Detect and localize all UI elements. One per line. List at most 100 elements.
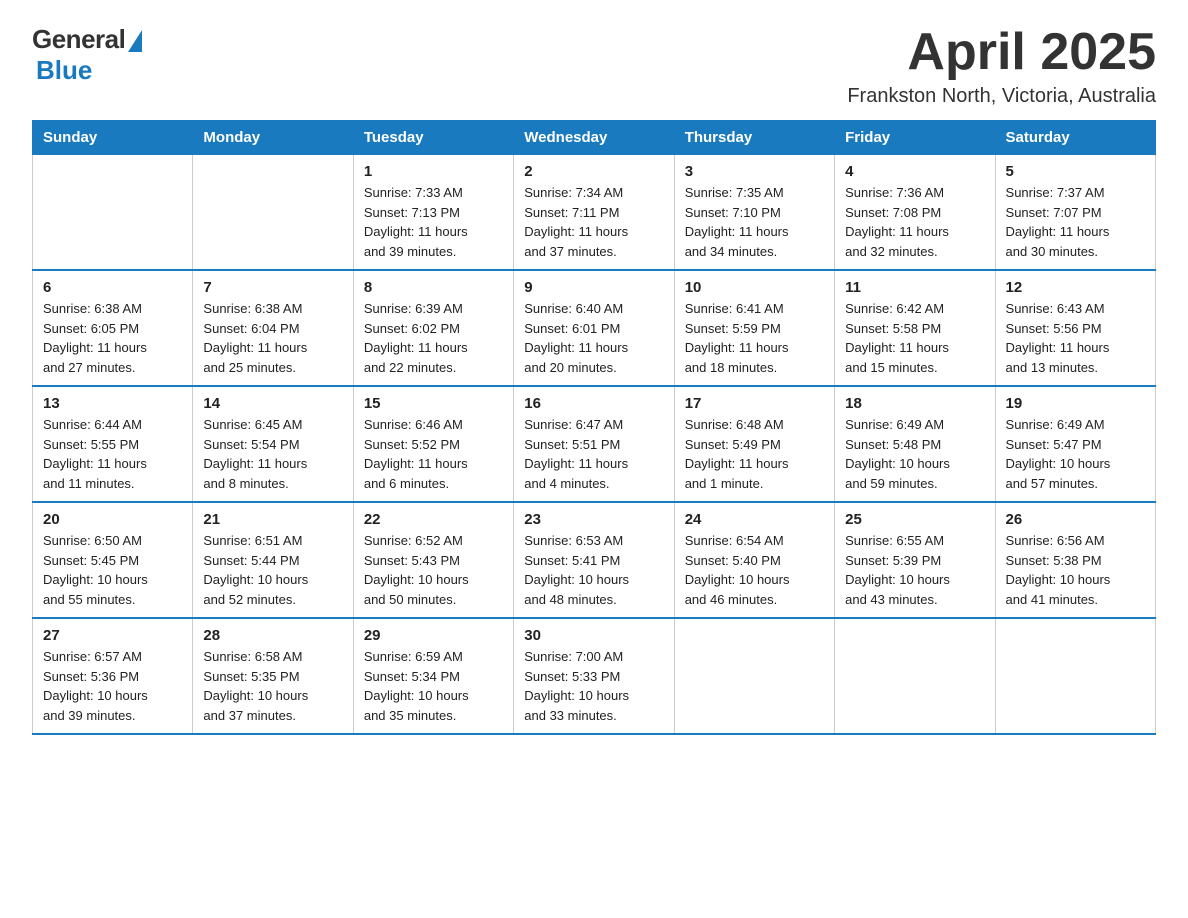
calendar-cell: 9 Sunrise: 6:40 AMSunset: 6:01 PMDaylight…	[514, 270, 674, 386]
calendar-cell: 27Sunrise: 6:57 AMSunset: 5:36 PMDayligh…	[33, 618, 193, 734]
calendar-cell: 30 Sunrise: 7:00 AMSunset: 5:33 PMDayligh…	[514, 618, 674, 734]
calendar-cell: 4 Sunrise: 7:36 AMSunset: 7:08 PMDaylight…	[835, 155, 995, 271]
day-number: 12	[1006, 279, 1145, 296]
day-number: 15	[364, 395, 503, 412]
day-info: Sunrise: 7:35 AMSunset: 7:10 PMDaylight:…	[685, 183, 824, 261]
calendar-cell	[193, 155, 353, 271]
day-info: Sunrise: 6:58 AMSunset: 5:35 PMDaylight:…	[203, 647, 342, 725]
day-number: 9	[524, 279, 663, 296]
week-row-1: 1Sunrise: 7:33 AMSunset: 7:13 PMDaylight…	[33, 155, 1156, 271]
calendar-cell: 12 Sunrise: 6:43 AMSunset: 5:56 PMDayligh…	[995, 270, 1155, 386]
day-info: Sunrise: 7:37 AMSunset: 7:07 PMDaylight:…	[1006, 183, 1145, 261]
calendar-cell: 26 Sunrise: 6:56 AMSunset: 5:38 PMDayligh…	[995, 502, 1155, 618]
day-info: Sunrise: 6:45 AMSunset: 5:54 PMDaylight:…	[203, 415, 342, 493]
day-info: Sunrise: 6:38 AMSunset: 6:05 PMDaylight:…	[43, 299, 182, 377]
day-info: Sunrise: 6:38 AMSunset: 6:04 PMDaylight:…	[203, 299, 342, 377]
day-number: 24	[685, 511, 824, 528]
logo-general-text: General	[32, 24, 125, 55]
day-number: 29	[364, 627, 503, 644]
location-subtitle: Frankston North, Victoria, Australia	[847, 85, 1156, 108]
logo: General Blue	[32, 24, 142, 86]
day-number: 17	[685, 395, 824, 412]
calendar-cell: 8Sunrise: 6:39 AMSunset: 6:02 PMDaylight…	[353, 270, 513, 386]
calendar-cell: 14Sunrise: 6:45 AMSunset: 5:54 PMDayligh…	[193, 386, 353, 502]
calendar-cell: 17 Sunrise: 6:48 AMSunset: 5:49 PMDayligh…	[674, 386, 834, 502]
day-number: 28	[203, 627, 342, 644]
calendar-cell: 3 Sunrise: 7:35 AMSunset: 7:10 PMDaylight…	[674, 155, 834, 271]
day-info: Sunrise: 6:56 AMSunset: 5:38 PMDaylight:…	[1006, 531, 1145, 609]
calendar-cell	[674, 618, 834, 734]
day-header-friday: Friday	[835, 121, 995, 155]
day-header-saturday: Saturday	[995, 121, 1155, 155]
day-info: Sunrise: 7:36 AMSunset: 7:08 PMDaylight:…	[845, 183, 984, 261]
title-section: April 2025 Frankston North, Victoria, Au…	[847, 24, 1156, 108]
calendar-cell: 11 Sunrise: 6:42 AMSunset: 5:58 PMDayligh…	[835, 270, 995, 386]
day-number: 7	[203, 279, 342, 296]
calendar-cell: 28 Sunrise: 6:58 AMSunset: 5:35 PMDayligh…	[193, 618, 353, 734]
calendar-cell: 20Sunrise: 6:50 AMSunset: 5:45 PMDayligh…	[33, 502, 193, 618]
calendar-cell: 5 Sunrise: 7:37 AMSunset: 7:07 PMDaylight…	[995, 155, 1155, 271]
day-info: Sunrise: 6:49 AMSunset: 5:47 PMDaylight:…	[1006, 415, 1145, 493]
day-header-sunday: Sunday	[33, 121, 193, 155]
day-number: 11	[845, 279, 984, 296]
day-number: 8	[364, 279, 503, 296]
day-info: Sunrise: 7:34 AMSunset: 7:11 PMDaylight:…	[524, 183, 663, 261]
calendar-cell: 22 Sunrise: 6:52 AMSunset: 5:43 PMDayligh…	[353, 502, 513, 618]
day-info: Sunrise: 7:33 AMSunset: 7:13 PMDaylight:…	[364, 183, 503, 261]
calendar-cell: 7 Sunrise: 6:38 AMSunset: 6:04 PMDaylight…	[193, 270, 353, 386]
day-number: 5	[1006, 163, 1145, 180]
main-title: April 2025	[847, 24, 1156, 81]
calendar-cell: 18Sunrise: 6:49 AMSunset: 5:48 PMDayligh…	[835, 386, 995, 502]
day-header-wednesday: Wednesday	[514, 121, 674, 155]
calendar-cell	[33, 155, 193, 271]
day-info: Sunrise: 6:43 AMSunset: 5:56 PMDaylight:…	[1006, 299, 1145, 377]
day-number: 25	[845, 511, 984, 528]
week-row-4: 20Sunrise: 6:50 AMSunset: 5:45 PMDayligh…	[33, 502, 1156, 618]
day-number: 6	[43, 279, 182, 296]
calendar-table: SundayMondayTuesdayWednesdayThursdayFrid…	[32, 120, 1156, 735]
calendar-cell: 2 Sunrise: 7:34 AMSunset: 7:11 PMDaylight…	[514, 155, 674, 271]
day-info: Sunrise: 6:53 AMSunset: 5:41 PMDaylight:…	[524, 531, 663, 609]
day-info: Sunrise: 6:41 AMSunset: 5:59 PMDaylight:…	[685, 299, 824, 377]
day-number: 10	[685, 279, 824, 296]
day-info: Sunrise: 6:52 AMSunset: 5:43 PMDaylight:…	[364, 531, 503, 609]
day-number: 16	[524, 395, 663, 412]
day-number: 2	[524, 163, 663, 180]
day-header-monday: Monday	[193, 121, 353, 155]
day-number: 4	[845, 163, 984, 180]
page-header: General Blue April 2025 Frankston North,…	[32, 24, 1156, 108]
day-info: Sunrise: 6:54 AMSunset: 5:40 PMDaylight:…	[685, 531, 824, 609]
day-number: 21	[203, 511, 342, 528]
calendar-cell: 15 Sunrise: 6:46 AMSunset: 5:52 PMDayligh…	[353, 386, 513, 502]
day-info: Sunrise: 6:44 AMSunset: 5:55 PMDaylight:…	[43, 415, 182, 493]
calendar-cell: 21Sunrise: 6:51 AMSunset: 5:44 PMDayligh…	[193, 502, 353, 618]
day-info: Sunrise: 6:47 AMSunset: 5:51 PMDaylight:…	[524, 415, 663, 493]
day-info: Sunrise: 6:42 AMSunset: 5:58 PMDaylight:…	[845, 299, 984, 377]
day-info: Sunrise: 7:00 AMSunset: 5:33 PMDaylight:…	[524, 647, 663, 725]
day-number: 22	[364, 511, 503, 528]
day-info: Sunrise: 6:48 AMSunset: 5:49 PMDaylight:…	[685, 415, 824, 493]
logo-triangle-icon	[128, 30, 142, 52]
calendar-cell: 19Sunrise: 6:49 AMSunset: 5:47 PMDayligh…	[995, 386, 1155, 502]
day-number: 23	[524, 511, 663, 528]
week-row-3: 13 Sunrise: 6:44 AMSunset: 5:55 PMDayligh…	[33, 386, 1156, 502]
calendar-cell: 29 Sunrise: 6:59 AMSunset: 5:34 PMDayligh…	[353, 618, 513, 734]
day-number: 30	[524, 627, 663, 644]
day-header-thursday: Thursday	[674, 121, 834, 155]
calendar-cell: 13 Sunrise: 6:44 AMSunset: 5:55 PMDayligh…	[33, 386, 193, 502]
day-number: 20	[43, 511, 182, 528]
day-header-tuesday: Tuesday	[353, 121, 513, 155]
day-info: Sunrise: 6:49 AMSunset: 5:48 PMDaylight:…	[845, 415, 984, 493]
calendar-cell: 25 Sunrise: 6:55 AMSunset: 5:39 PMDayligh…	[835, 502, 995, 618]
day-info: Sunrise: 6:40 AMSunset: 6:01 PMDaylight:…	[524, 299, 663, 377]
days-header-row: SundayMondayTuesdayWednesdayThursdayFrid…	[33, 121, 1156, 155]
day-number: 26	[1006, 511, 1145, 528]
day-info: Sunrise: 6:59 AMSunset: 5:34 PMDaylight:…	[364, 647, 503, 725]
day-info: Sunrise: 6:46 AMSunset: 5:52 PMDaylight:…	[364, 415, 503, 493]
day-number: 13	[43, 395, 182, 412]
week-row-2: 6 Sunrise: 6:38 AMSunset: 6:05 PMDaylight…	[33, 270, 1156, 386]
day-info: Sunrise: 6:57 AMSunset: 5:36 PMDaylight:…	[43, 647, 182, 725]
day-info: Sunrise: 6:55 AMSunset: 5:39 PMDaylight:…	[845, 531, 984, 609]
day-number: 3	[685, 163, 824, 180]
calendar-cell: 6 Sunrise: 6:38 AMSunset: 6:05 PMDaylight…	[33, 270, 193, 386]
